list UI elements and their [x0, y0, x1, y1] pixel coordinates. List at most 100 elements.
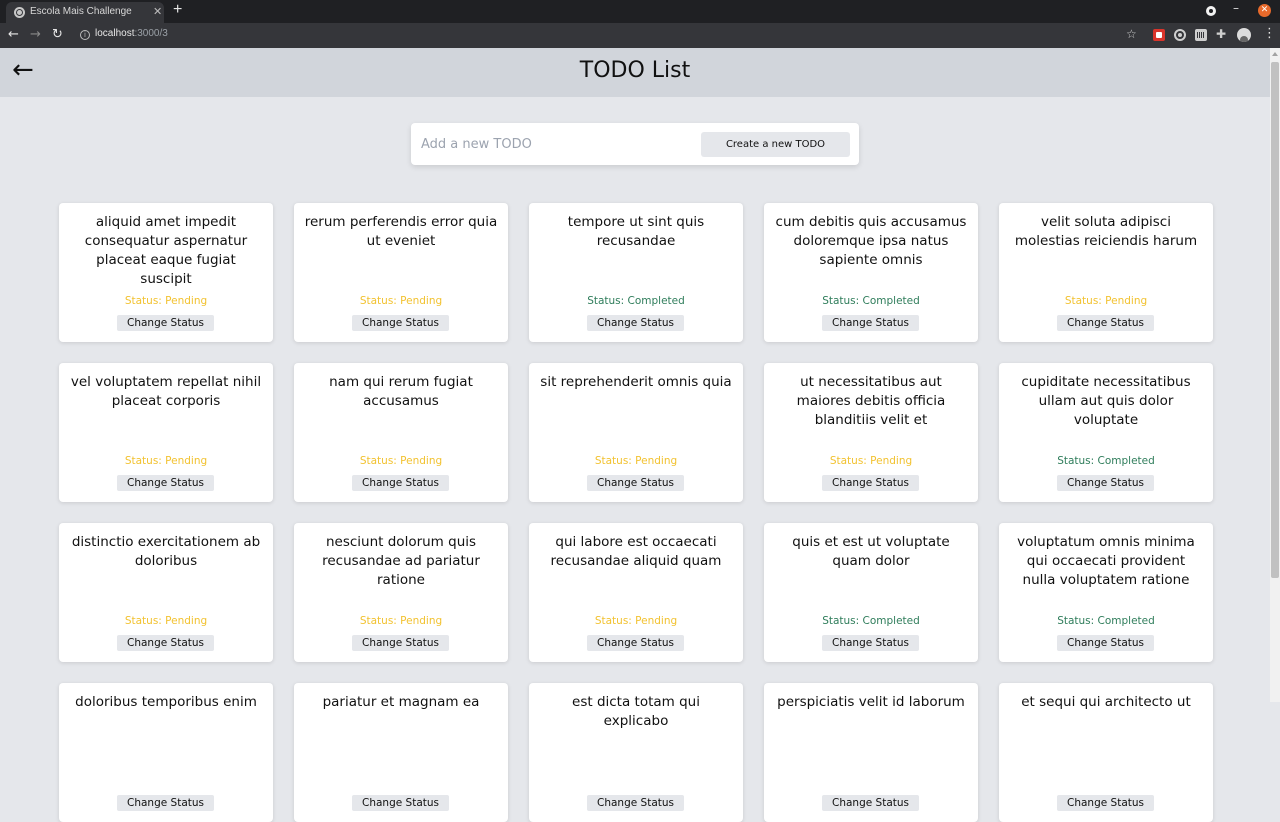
add-todo-form: Create a new TODO	[411, 123, 859, 165]
change-status-button[interactable]: Change Status	[1057, 315, 1154, 331]
todo-title: aliquid amet impedit consequatur asperna…	[84, 214, 248, 287]
minimize-button[interactable]: –	[1233, 1, 1239, 15]
record-icon[interactable]	[1206, 6, 1216, 16]
todo-card: aliquid amet impedit consequatur asperna…	[59, 203, 273, 342]
change-status-button[interactable]: Change Status	[352, 795, 449, 811]
change-status-button[interactable]: Change Status	[822, 795, 919, 811]
todo-status: Status: Pending	[124, 295, 208, 307]
close-window-button[interactable]: ✕	[1258, 4, 1271, 17]
browser-tab[interactable]: Escola Mais Challenge ✕	[6, 2, 164, 23]
url-path: :3000/3	[134, 28, 168, 39]
change-status-button[interactable]: Change Status	[587, 635, 684, 651]
browser-toolbar: ← → ↻ i localhost:3000/3 ☆ ✚ ⋮	[0, 23, 1280, 48]
todo-status: Status: Pending	[124, 615, 208, 627]
todo-card: est dicta totam qui explicabo Change Stat…	[529, 683, 743, 822]
todo-card: nam qui rerum fugiat accusamus Status: Pe…	[294, 363, 508, 502]
todo-title: rerum perferendis error quia ut eveniet	[304, 214, 498, 249]
change-status-button[interactable]: Change Status	[1057, 795, 1154, 811]
back-icon[interactable]: ←	[8, 27, 19, 42]
todo-status: Status: Completed	[822, 295, 920, 307]
todo-card: cupiditate necessitatibus ullam aut quis…	[999, 363, 1213, 502]
todo-status: Status: Pending	[594, 615, 678, 627]
forward-icon[interactable]: →	[30, 27, 41, 42]
todo-card: sit reprehenderit omnis quia Status: Pend…	[529, 363, 743, 502]
todo-card: et sequi qui architecto ut Change Status	[999, 683, 1213, 822]
todo-title: pariatur et magnam ea	[322, 694, 480, 710]
todo-status: Status: Completed	[822, 615, 920, 627]
todo-card: voluptatum omnis minima qui occaecati pr…	[999, 523, 1213, 662]
globe-icon	[14, 7, 25, 18]
todo-card: qui labore est occaecati recusandae aliq…	[529, 523, 743, 662]
todo-title: doloribus temporibus enim	[75, 694, 257, 710]
todo-status: Status: Completed	[1057, 615, 1155, 627]
page-title: TODO List	[579, 58, 691, 83]
todo-card: nesciunt dolorum quis recusandae ad pari…	[294, 523, 508, 662]
extension-circle-icon[interactable]	[1174, 29, 1186, 41]
new-tab-button[interactable]: +	[173, 1, 182, 19]
change-status-button[interactable]: Change Status	[822, 315, 919, 331]
change-status-button[interactable]: Change Status	[822, 635, 919, 651]
change-status-button[interactable]: Change Status	[117, 475, 214, 491]
todo-title: distinctio exercitationem ab doloribus	[71, 534, 261, 569]
change-status-button[interactable]: Change Status	[352, 635, 449, 651]
change-status-button[interactable]: Change Status	[352, 475, 449, 491]
todo-card: doloribus temporibus enim Change Status	[59, 683, 273, 822]
todo-title: vel voluptatem repellat nihil placeat co…	[70, 374, 262, 409]
create-todo-button[interactable]: Create a new TODO	[701, 132, 850, 157]
todo-card: rerum perferendis error quia ut eveniet S…	[294, 203, 508, 342]
change-status-button[interactable]: Change Status	[117, 315, 214, 331]
todo-title: ut necessitatibus aut maiores debitis of…	[796, 374, 946, 428]
todo-title: sit reprehenderit omnis quia	[540, 374, 732, 390]
todo-title: voluptatum omnis minima qui occaecati pr…	[1017, 534, 1195, 588]
tab-close-icon[interactable]: ✕	[153, 5, 162, 18]
todo-title: qui labore est occaecati recusandae aliq…	[550, 534, 722, 569]
change-status-button[interactable]: Change Status	[587, 315, 684, 331]
todo-title: perspiciatis velit id laborum	[777, 694, 965, 710]
address-bar[interactable]: localhost:3000/3	[95, 28, 168, 39]
todo-card: perspiciatis velit id laborum Change Stat…	[764, 683, 978, 822]
info-icon[interactable]: i	[80, 30, 90, 40]
profile-avatar[interactable]	[1237, 28, 1251, 42]
todo-title: cupiditate necessitatibus ullam aut quis…	[1021, 374, 1191, 428]
change-status-button[interactable]: Change Status	[117, 795, 214, 811]
todo-title: cum debitis quis accusamus doloremque ip…	[775, 214, 967, 268]
todo-grid: aliquid amet impedit consequatur asperna…	[59, 203, 1213, 822]
todo-card: tempore ut sint quis recusandae Status: C…	[529, 203, 743, 342]
page-header: ← TODO List	[0, 48, 1270, 97]
todo-title: nam qui rerum fugiat accusamus	[329, 374, 473, 409]
extensions-puzzle-icon[interactable]: ✚	[1216, 27, 1226, 41]
bookmark-star-icon[interactable]: ☆	[1126, 27, 1137, 41]
change-status-button[interactable]: Change Status	[352, 315, 449, 331]
todo-title: quis et est ut voluptate quam dolor	[792, 534, 950, 569]
change-status-button[interactable]: Change Status	[822, 475, 919, 491]
todo-title: nesciunt dolorum quis recusandae ad pari…	[322, 534, 480, 588]
extension-grid-icon[interactable]	[1195, 29, 1207, 41]
todo-status: Status: Completed	[587, 295, 685, 307]
extension-red-icon[interactable]	[1153, 29, 1165, 41]
scrollbar-thumb[interactable]	[1271, 62, 1279, 578]
todo-status: Status: Pending	[359, 295, 443, 307]
change-status-button[interactable]: Change Status	[587, 475, 684, 491]
todo-status: Status: Pending	[1064, 295, 1148, 307]
reload-icon[interactable]: ↻	[52, 27, 63, 42]
change-status-button[interactable]: Change Status	[1057, 475, 1154, 491]
todo-status: Status: Pending	[829, 455, 913, 467]
todo-card: vel voluptatem repellat nihil placeat co…	[59, 363, 273, 502]
todo-title: tempore ut sint quis recusandae	[567, 214, 705, 249]
todo-status: Status: Pending	[359, 615, 443, 627]
new-todo-input[interactable]	[421, 134, 691, 154]
todo-title: et sequi qui architecto ut	[1021, 694, 1191, 710]
todo-card: quis et est ut voluptate quam dolor Statu…	[764, 523, 978, 662]
todo-title: velit soluta adipisci molestias reiciend…	[1014, 214, 1198, 249]
url-host: localhost	[95, 28, 135, 39]
todo-status: Status: Completed	[1057, 455, 1155, 467]
scroll-up-arrow-icon[interactable]	[1272, 52, 1278, 56]
change-status-button[interactable]: Change Status	[1057, 635, 1154, 651]
todo-card: ut necessitatibus aut maiores debitis of…	[764, 363, 978, 502]
change-status-button[interactable]: Change Status	[117, 635, 214, 651]
todo-status: Status: Pending	[359, 455, 443, 467]
browser-menu-icon[interactable]: ⋮	[1263, 26, 1276, 41]
change-status-button[interactable]: Change Status	[587, 795, 684, 811]
browser-tab-strip: Escola Mais Challenge ✕ + – ✕	[0, 0, 1280, 23]
todo-card: cum debitis quis accusamus doloremque ip…	[764, 203, 978, 342]
